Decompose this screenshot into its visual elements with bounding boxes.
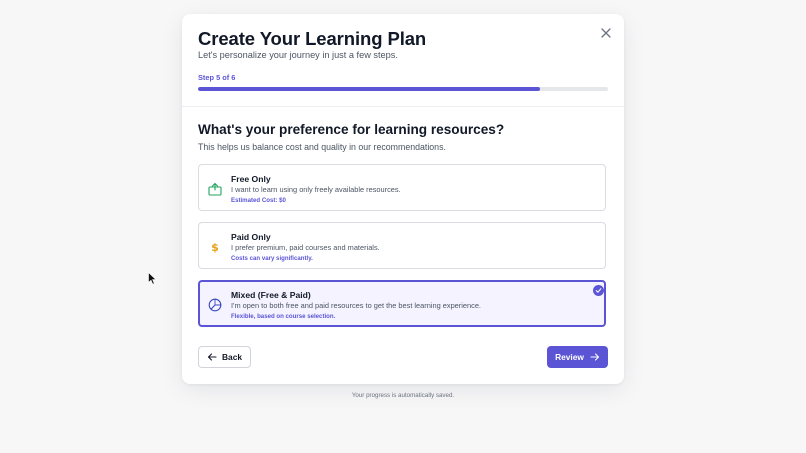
option-title: Mixed (Free & Paid) [231,290,311,300]
option-description: I prefer premium, paid courses and mater… [231,243,380,252]
gift-box-icon [207,181,223,197]
option-title: Paid Only [231,232,271,242]
option-description: I'm open to both free and paid resources… [231,301,481,310]
autosave-note: Your progress is automatically saved. [351,392,455,399]
question-hint: This helps us balance cost and quality i… [198,142,446,152]
close-button[interactable] [598,25,614,41]
mouse-cursor-icon [148,272,157,285]
option-paid-only[interactable]: $ Paid Only I prefer premium, paid cours… [198,222,606,269]
option-note: Flexible, based on course selection. [231,313,336,320]
progress-bar [198,87,608,91]
option-title: Free Only [231,174,271,184]
option-note: Costs can vary significantly. [231,255,313,262]
arrow-left-icon [207,353,217,361]
progress-bar-fill [198,87,540,91]
review-button-label: Review [555,352,584,362]
learning-plan-modal: Create Your Learning Plan Let's personal… [182,14,624,384]
option-free-only[interactable]: Free Only I want to learn using only fre… [198,164,606,211]
question-title: What's your preference for learning reso… [198,122,505,137]
option-description: I want to learn using only freely availa… [231,185,401,194]
pie-chart-icon [207,297,223,313]
close-icon [601,28,611,38]
check-icon [593,285,604,296]
option-mixed[interactable]: Mixed (Free & Paid) I'm open to both fre… [198,280,606,327]
option-note: Estimated Cost: $0 [231,197,286,204]
modal-title: Create Your Learning Plan [198,28,427,49]
arrow-right-icon [590,353,599,361]
dollar-icon: $ [211,240,219,254]
modal-subtitle: Let's personalize your journey in just a… [198,50,398,60]
step-indicator: Step 5 of 6 [198,73,236,82]
review-button[interactable]: Review [547,346,608,368]
divider [182,106,624,107]
back-button[interactable]: Back [198,346,251,368]
back-button-label: Back [221,352,243,362]
